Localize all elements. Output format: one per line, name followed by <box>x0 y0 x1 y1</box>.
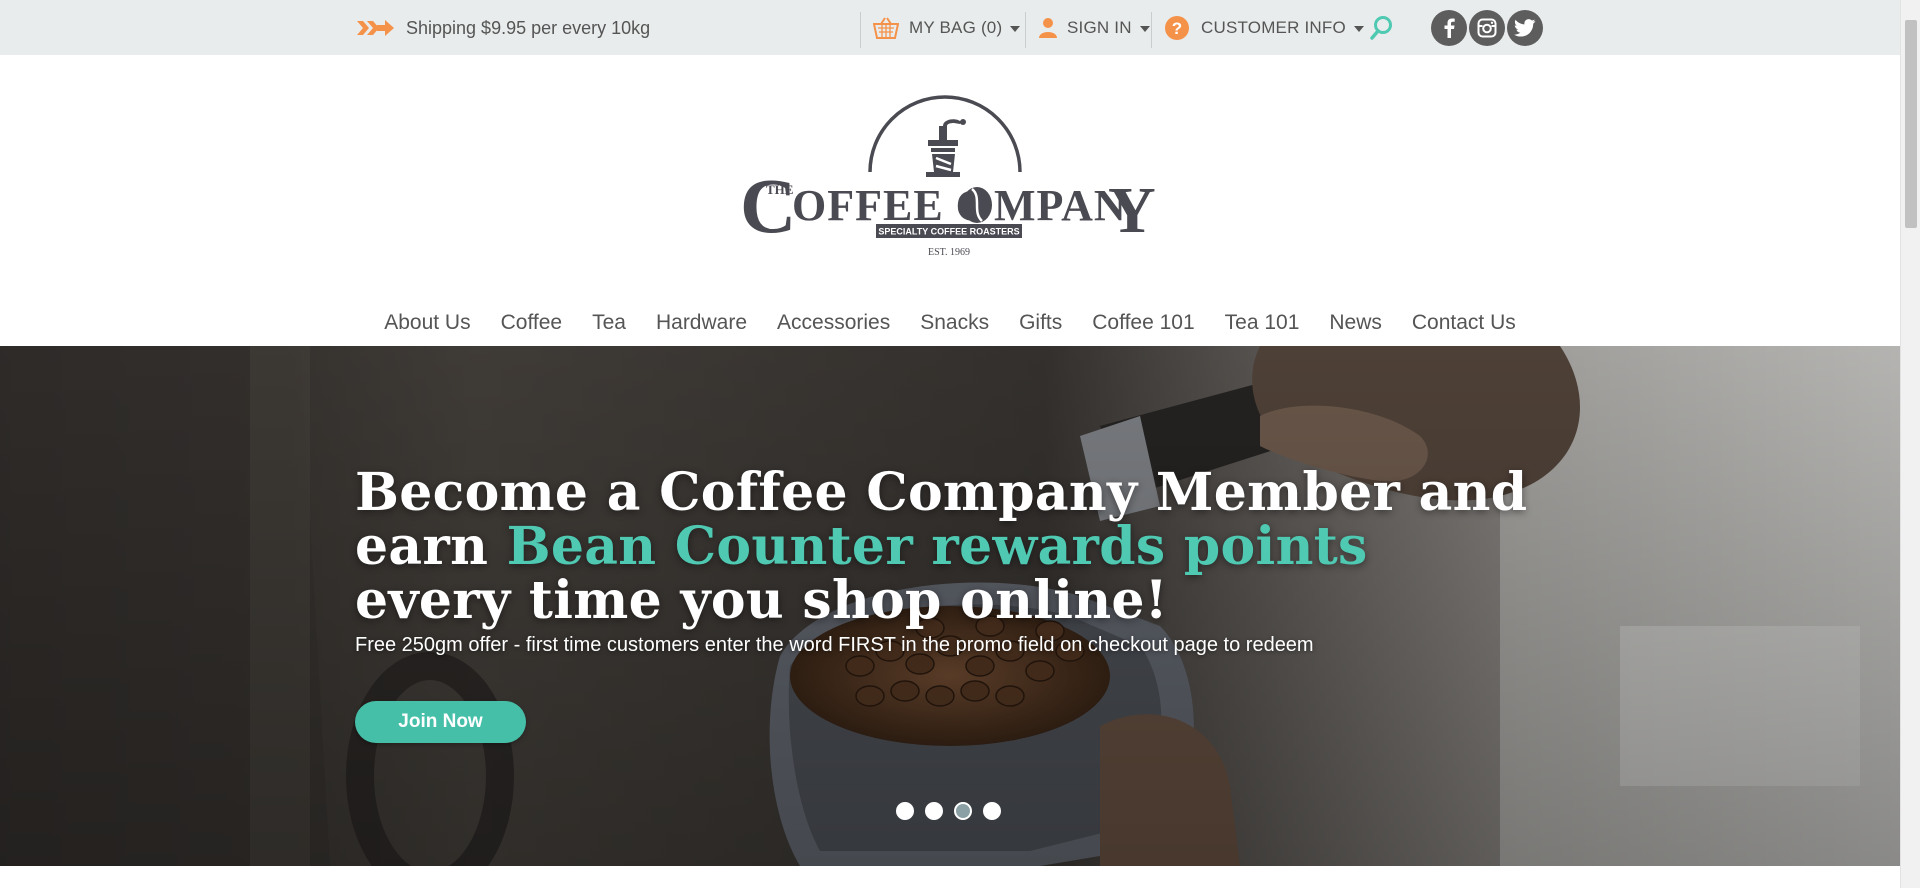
instagram-icon <box>1477 18 1497 38</box>
logo-tagline: SPECIALTY COFFEE ROASTERS <box>878 227 1019 237</box>
coffee-bean-icon <box>962 187 992 223</box>
nav-tea-101[interactable]: Tea 101 <box>1210 305 1315 341</box>
nav-coffee[interactable]: Coffee <box>486 305 578 341</box>
top-bar: Shipping $9.95 per every 10kg MY BAG (0)… <box>0 0 1900 55</box>
hero-line-2-accent: Bean Counter rewards points <box>506 516 1368 577</box>
my-bag-button[interactable]: MY BAG (0) <box>873 15 1021 41</box>
logo-name-part: MPAN <box>994 181 1127 230</box>
svg-text:?: ? <box>1172 19 1182 38</box>
user-icon <box>1039 18 1057 38</box>
divider <box>1151 12 1152 48</box>
twitter-link[interactable] <box>1507 10 1543 46</box>
logo-est: EST. 1969 <box>928 247 970 258</box>
facebook-link[interactable] <box>1431 10 1467 46</box>
help-icon: ? <box>1165 16 1189 40</box>
sign-in-button[interactable]: SIGN IN <box>1039 15 1150 41</box>
hero-line-1: Become a Coffee Company Member and <box>355 462 1528 523</box>
sign-in-label: SIGN IN <box>1067 18 1132 37</box>
main-nav: About Us Coffee Tea Hardware Accessories… <box>0 305 1900 341</box>
basket-icon <box>873 17 899 39</box>
divider <box>860 12 861 48</box>
scrollbar-thumb[interactable] <box>1905 20 1917 228</box>
carousel-dot-4[interactable] <box>983 802 1001 820</box>
hero-subtext: Free 250gm offer - first time customers … <box>355 634 1314 656</box>
shipping-text: Shipping $9.95 per every 10kg <box>406 18 651 38</box>
divider <box>1025 12 1026 48</box>
instagram-link[interactable] <box>1469 10 1505 46</box>
logo-big-y: Y <box>1108 174 1156 247</box>
hero-line-2-prefix: earn <box>355 516 507 577</box>
nav-accessories[interactable]: Accessories <box>762 305 905 341</box>
chevron-down-icon <box>1139 26 1150 32</box>
join-now-button[interactable]: Join Now <box>355 701 526 743</box>
nav-tea[interactable]: Tea <box>577 305 641 341</box>
hero-banner: Become a Coffee Company Member and earn … <box>0 346 1900 866</box>
nav-hardware[interactable]: Hardware <box>641 305 762 341</box>
carousel-dot-1[interactable] <box>896 802 914 820</box>
twitter-icon <box>1514 19 1536 37</box>
nav-coffee-101[interactable]: Coffee 101 <box>1077 305 1209 341</box>
logo-big-c: C <box>740 162 796 249</box>
shipping-info: Shipping $9.95 per every 10kg <box>355 16 650 40</box>
carousel-dots <box>896 802 1001 820</box>
facebook-icon <box>1444 18 1455 38</box>
hero-text: Become a Coffee Company Member and earn … <box>355 466 1555 657</box>
nav-news[interactable]: News <box>1314 305 1397 341</box>
search-icon[interactable] <box>1370 15 1394 41</box>
customer-info-label: CUSTOMER INFO <box>1201 18 1346 37</box>
nav-about-us[interactable]: About Us <box>369 305 485 341</box>
my-bag-label: MY BAG (0) <box>909 18 1003 37</box>
page-bottom <box>0 866 1900 888</box>
arrow-icon <box>357 20 394 36</box>
nav-snacks[interactable]: Snacks <box>905 305 1004 341</box>
chevron-down-icon <box>1010 26 1021 32</box>
nav-contact-us[interactable]: Contact Us <box>1397 305 1531 341</box>
logo-name-part: OFFEE C <box>792 181 988 230</box>
carousel-dot-3[interactable] <box>954 802 972 820</box>
customer-info-button[interactable]: ? CUSTOMER INFO <box>1164 15 1364 41</box>
chevron-down-icon <box>1353 26 1364 32</box>
vertical-scrollbar[interactable] <box>1900 0 1920 888</box>
carousel-dot-2[interactable] <box>925 802 943 820</box>
nav-gifts[interactable]: Gifts <box>1004 305 1077 341</box>
site-logo[interactable]: THE C OFFEE C MPAN Y SPECIALTY COFFEE RO… <box>740 92 1160 262</box>
hero-headline: Become a Coffee Company Member and earn … <box>355 466 1555 628</box>
hero-line-3: every time you shop online! <box>355 570 1168 631</box>
